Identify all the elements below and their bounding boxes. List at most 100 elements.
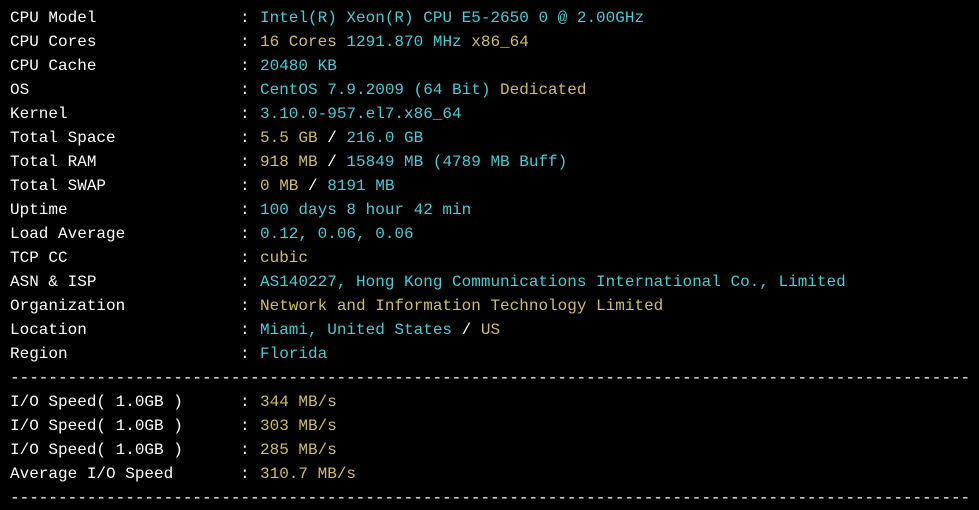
rows-row: Load Average : 0.12, 0.06, 0.06 [10, 222, 969, 246]
io_rows-value: 344 MB/s [260, 390, 969, 414]
rows-value-segment: 100 days 8 hour 42 min [260, 201, 471, 219]
io_rows-row: Average I/O Speed : 310.7 MB/s [10, 462, 969, 486]
colon: : [240, 390, 260, 414]
colon: : [240, 30, 260, 54]
colon: : [240, 150, 260, 174]
rows-value: 16 Cores 1291.870 MHz x86_64 [260, 30, 969, 54]
rows-value-segment: cubic [260, 249, 308, 267]
rows-value-segment: 3.10.0-957.el7.x86_64 [260, 105, 462, 123]
rows-value-segment: / [327, 129, 346, 147]
rows-value-segment: 0.12, 0.06, 0.06 [260, 225, 414, 243]
colon: : [240, 462, 260, 486]
colon: : [240, 246, 260, 270]
rows-row: ASN & ISP : AS140227, Hong Kong Communic… [10, 270, 969, 294]
rows-value-segment: AS140227, Hong Kong Communications Inter… [260, 273, 846, 291]
rows-value-segment: 0 MB [260, 177, 308, 195]
rows-value-segment: x86_64 [471, 33, 529, 51]
rows-value: 100 days 8 hour 42 min [260, 198, 969, 222]
rows-value-segment: / [308, 177, 327, 195]
rows-value-segment: US [481, 321, 500, 339]
rows-value-segment: 20480 KB [260, 57, 337, 75]
rows-value-segment: 8191 MB [327, 177, 394, 195]
io_rows-row: I/O Speed( 1.0GB ) : 344 MB/s [10, 390, 969, 414]
colon: : [240, 318, 260, 342]
colon: : [240, 414, 260, 438]
rows-label: ASN & ISP [10, 270, 240, 294]
rows-value-segment: Florida [260, 345, 327, 363]
rows-label: CPU Model [10, 6, 240, 30]
io_rows-value-segment: 310.7 MB/s [260, 465, 356, 483]
io_rows-row: I/O Speed( 1.0GB ) : 303 MB/s [10, 414, 969, 438]
rows-value-segment: 216.0 GB [346, 129, 423, 147]
rows-value: AS140227, Hong Kong Communications Inter… [260, 270, 969, 294]
rows-value-segment: 15849 MB (4789 MB Buff) [346, 153, 567, 171]
rows-value-segment: Intel(R) Xeon(R) CPU E5-2650 0 @ 2.00GHz [260, 9, 644, 27]
rows-row: TCP CC : cubic [10, 246, 969, 270]
io_rows-value: 303 MB/s [260, 414, 969, 438]
rows-row: CPU Model : Intel(R) Xeon(R) CPU E5-2650… [10, 6, 969, 30]
io_rows-value-segment: 344 MB/s [260, 393, 337, 411]
colon: : [240, 126, 260, 150]
rows-value: 3.10.0-957.el7.x86_64 [260, 102, 969, 126]
rows-value: 5.5 GB / 216.0 GB [260, 126, 969, 150]
colon: : [240, 174, 260, 198]
rows-value: Miami, United States / US [260, 318, 969, 342]
io_rows-value: 285 MB/s [260, 438, 969, 462]
rows-value: cubic [260, 246, 969, 270]
colon: : [240, 198, 260, 222]
colon: : [240, 6, 260, 30]
io_rows-value: 310.7 MB/s [260, 462, 969, 486]
rows-value: 20480 KB [260, 54, 969, 78]
rows-row: Organization : Network and Information T… [10, 294, 969, 318]
colon: : [240, 54, 260, 78]
rows-row: Total Space : 5.5 GB / 216.0 GB [10, 126, 969, 150]
colon: : [240, 342, 260, 366]
rows-label: CPU Cores [10, 30, 240, 54]
rows-label: Organization [10, 294, 240, 318]
rows-label: CPU Cache [10, 54, 240, 78]
rows-value-segment: / [462, 321, 481, 339]
rows-row: Total SWAP : 0 MB / 8191 MB [10, 174, 969, 198]
colon: : [240, 438, 260, 462]
rows-row: Location : Miami, United States / US [10, 318, 969, 342]
colon: : [240, 294, 260, 318]
rows-value-segment: Network and Information Technology Limit… [260, 297, 663, 315]
io_rows-label: I/O Speed( 1.0GB ) [10, 438, 240, 462]
rows-value-segment: 5.5 GB [260, 129, 327, 147]
rows-value-segment: Miami, United States [260, 321, 462, 339]
rows-label: OS [10, 78, 240, 102]
rows-value: 0 MB / 8191 MB [260, 174, 969, 198]
rows-label: Total SWAP [10, 174, 240, 198]
rows-row: Uptime : 100 days 8 hour 42 min [10, 198, 969, 222]
divider: ----------------------------------------… [10, 486, 969, 510]
colon: : [240, 270, 260, 294]
rows-value: 0.12, 0.06, 0.06 [260, 222, 969, 246]
rows-value-segment: / [327, 153, 346, 171]
rows-label: Kernel [10, 102, 240, 126]
rows-value: Intel(R) Xeon(R) CPU E5-2650 0 @ 2.00GHz [260, 6, 969, 30]
rows-row: Kernel : 3.10.0-957.el7.x86_64 [10, 102, 969, 126]
io_rows-label: Average I/O Speed [10, 462, 240, 486]
rows-value: CentOS 7.9.2009 (64 Bit) Dedicated [260, 78, 969, 102]
rows-row: Total RAM : 918 MB / 15849 MB (4789 MB B… [10, 150, 969, 174]
rows-value-segment: CentOS 7.9.2009 (64 Bit) [260, 81, 500, 99]
rows-row: Region : Florida [10, 342, 969, 366]
rows-row: CPU Cores : 16 Cores 1291.870 MHz x86_64 [10, 30, 969, 54]
rows-row: CPU Cache : 20480 KB [10, 54, 969, 78]
io_rows-value-segment: 303 MB/s [260, 417, 337, 435]
rows-value: Florida [260, 342, 969, 366]
rows-label: Total RAM [10, 150, 240, 174]
io_rows-label: I/O Speed( 1.0GB ) [10, 390, 240, 414]
io_rows-row: I/O Speed( 1.0GB ) : 285 MB/s [10, 438, 969, 462]
rows-label: Location [10, 318, 240, 342]
colon: : [240, 102, 260, 126]
rows-value: Network and Information Technology Limit… [260, 294, 969, 318]
io_rows-value-segment: 285 MB/s [260, 441, 337, 459]
rows-value-segment: Dedicated [500, 81, 586, 99]
colon: : [240, 78, 260, 102]
divider: ----------------------------------------… [10, 366, 969, 390]
colon: : [240, 222, 260, 246]
rows-label: Uptime [10, 198, 240, 222]
rows-value-segment: 1291.870 MHz [346, 33, 471, 51]
io_rows-label: I/O Speed( 1.0GB ) [10, 414, 240, 438]
